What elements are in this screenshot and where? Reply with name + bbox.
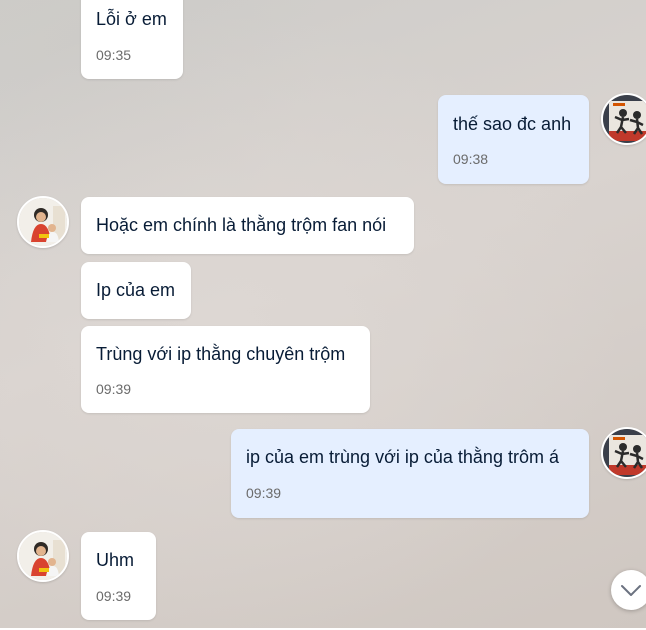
message-bubble-received[interactable]: Hoặc em chính là thằng trộm fan nói [81,197,414,254]
avatar-self[interactable] [601,427,646,479]
message-bubble-received[interactable]: Lỗi ở em 09:35 [81,0,183,79]
avatar-contact[interactable] [17,196,69,248]
message-time: 09:39 [96,381,132,397]
message-time: 09:39 [246,485,282,501]
avatar-self-image [603,95,646,143]
message-text: Hoặc em chính là thằng trộm fan nói [96,215,387,235]
message-bubble-received[interactable]: Trùng với ip thằng chuyên trộm 09:39 [81,326,370,413]
message-bubble-sent[interactable]: ip của em trùng với ip của thằng trôm á … [231,429,589,518]
message-text: Uhm [96,550,135,570]
message-text: Trùng với ip thằng chuyên trộm [96,344,346,364]
avatar-self-image [603,429,646,477]
chevron-down-icon [621,585,641,596]
message-bubble-sent[interactable]: thế sao đc anh 09:38 [438,95,589,184]
message-text: Ip của em [96,280,176,300]
avatar-contact[interactable] [17,530,69,582]
message-time: 09:38 [453,151,489,167]
avatar-self[interactable] [601,93,646,145]
message-text: ip của em trùng với ip của thằng trôm á [246,447,559,467]
message-time: 09:39 [96,588,132,604]
message-time: 09:35 [96,47,132,63]
message-bubble-received[interactable]: Uhm 09:39 [81,532,156,620]
scroll-to-bottom-button[interactable] [611,570,646,610]
message-bubble-received[interactable]: Ip của em [81,262,191,319]
message-text: thế sao đc anh [453,114,572,134]
message-text: Lỗi ở em [96,9,167,29]
